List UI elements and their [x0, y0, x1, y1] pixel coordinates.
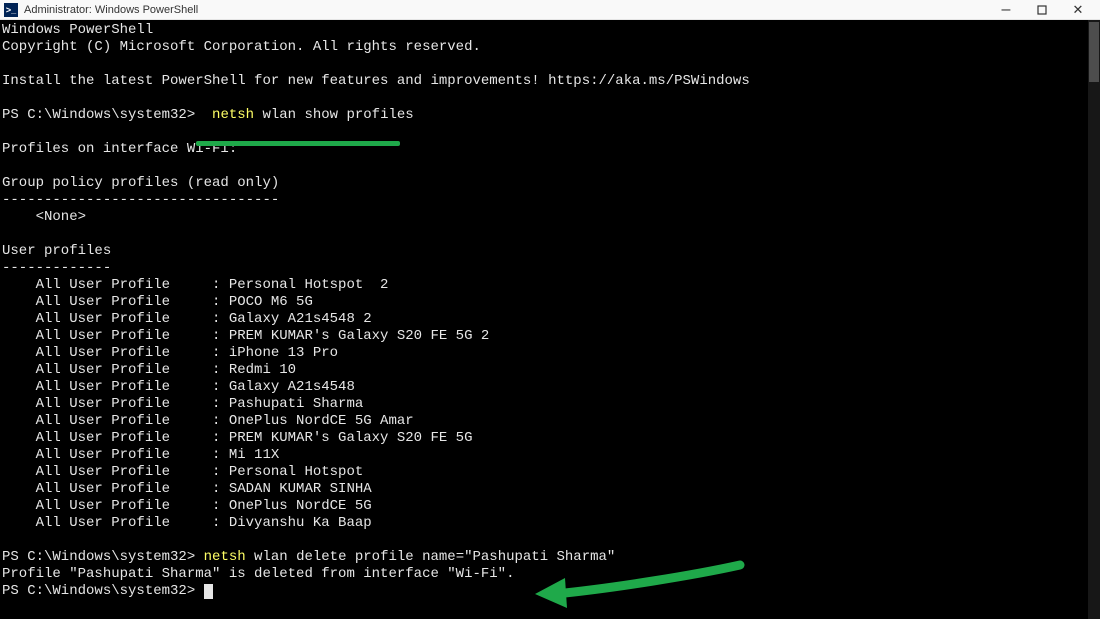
- terminal-line: All User Profile : Mi 11X: [2, 447, 1094, 464]
- terminal-line: All User Profile : OnePlus NordCE 5G Ama…: [2, 413, 1094, 430]
- powershell-window: >_ Administrator: Windows PowerShell – ✕…: [0, 0, 1100, 619]
- terminal-line: Install the latest PowerShell for new fe…: [2, 73, 1094, 90]
- scrollbar-thumb[interactable]: [1089, 22, 1099, 82]
- terminal-line: All User Profile : PREM KUMAR's Galaxy S…: [2, 430, 1094, 447]
- terminal-area: Windows PowerShellCopyright (C) Microsof…: [0, 20, 1100, 619]
- terminal-line: All User Profile : OnePlus NordCE 5G: [2, 498, 1094, 515]
- terminal-line: All User Profile : SADAN KUMAR SINHA: [2, 481, 1094, 498]
- terminal-line: Windows PowerShell: [2, 22, 1094, 39]
- terminal-line: <None>: [2, 209, 1094, 226]
- terminal-line: [2, 226, 1094, 243]
- terminal-line: All User Profile : Personal Hotspot 2: [2, 277, 1094, 294]
- terminal-output[interactable]: Windows PowerShellCopyright (C) Microsof…: [0, 20, 1100, 619]
- terminal-line: [2, 56, 1094, 73]
- terminal-line: All User Profile : iPhone 13 Pro: [2, 345, 1094, 362]
- terminal-line: All User Profile : PREM KUMAR's Galaxy S…: [2, 328, 1094, 345]
- terminal-line: [2, 90, 1094, 107]
- terminal-line: [2, 124, 1094, 141]
- terminal-line: All User Profile : Pashupati Sharma: [2, 396, 1094, 413]
- terminal-line: PS C:\Windows\system32>: [2, 583, 1094, 600]
- terminal-line: [2, 158, 1094, 175]
- terminal-line: User profiles: [2, 243, 1094, 260]
- terminal-line: All User Profile : Personal Hotspot: [2, 464, 1094, 481]
- maximize-button[interactable]: [1024, 0, 1060, 20]
- terminal-line: All User Profile : Galaxy A21s4548 2: [2, 311, 1094, 328]
- minimize-button[interactable]: –: [988, 0, 1024, 20]
- window-controls: – ✕: [988, 0, 1096, 20]
- cursor: [204, 584, 213, 599]
- terminal-line: Group policy profiles (read only): [2, 175, 1094, 192]
- terminal-line: PS C:\Windows\system32> netsh wlan show …: [2, 107, 1094, 124]
- terminal-line: All User Profile : POCO M6 5G: [2, 294, 1094, 311]
- powershell-icon: >_: [4, 3, 18, 17]
- terminal-line: Copyright (C) Microsoft Corporation. All…: [2, 39, 1094, 56]
- terminal-line: -------------: [2, 260, 1094, 277]
- terminal-line: PS C:\Windows\system32> netsh wlan delet…: [2, 549, 1094, 566]
- terminal-line: All User Profile : Galaxy A21s4548: [2, 379, 1094, 396]
- terminal-line: [2, 532, 1094, 549]
- terminal-line: All User Profile : Divyanshu Ka Baap: [2, 515, 1094, 532]
- terminal-line: Profiles on interface Wi-Fi:: [2, 141, 1094, 158]
- terminal-line: All User Profile : Redmi 10: [2, 362, 1094, 379]
- terminal-line: Profile "Pashupati Sharma" is deleted fr…: [2, 566, 1094, 583]
- scrollbar[interactable]: [1088, 20, 1100, 619]
- titlebar[interactable]: >_ Administrator: Windows PowerShell – ✕: [0, 0, 1100, 20]
- window-title: Administrator: Windows PowerShell: [24, 4, 988, 16]
- terminal-line: ---------------------------------: [2, 192, 1094, 209]
- close-button[interactable]: ✕: [1060, 0, 1096, 20]
